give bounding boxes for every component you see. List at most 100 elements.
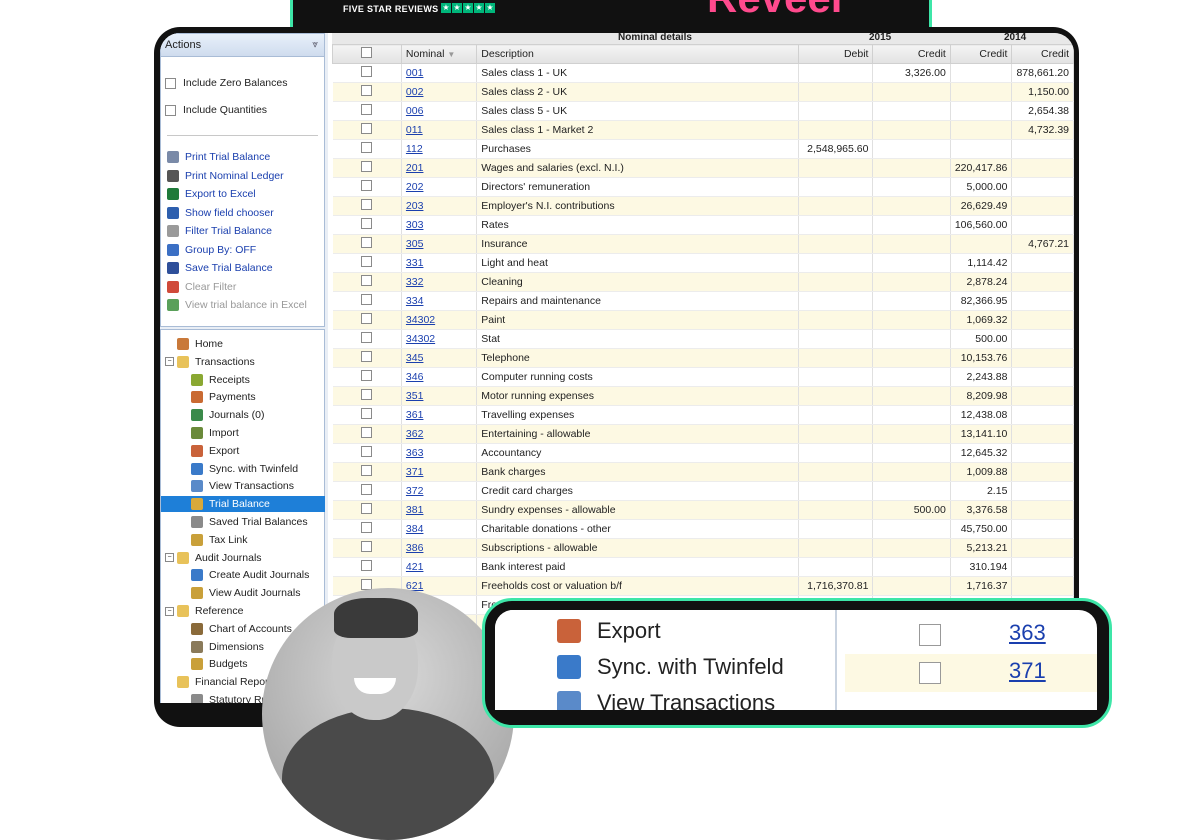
nominal-link[interactable]: 363 (406, 447, 424, 459)
column-header-credit-2014-b[interactable]: Credit (1011, 44, 1074, 64)
column-header-debit[interactable]: Debit (797, 44, 874, 64)
nominal-cell[interactable]: 345 (401, 348, 478, 368)
tree-item-trial-balance[interactable]: Trial Balance (161, 496, 325, 513)
tree-item-tax-link[interactable]: Tax Link (161, 532, 325, 548)
table-row[interactable]: 362 Entertaining - allowable 13,141.10 (332, 424, 1074, 444)
table-row[interactable]: 621 Freeholds cost or valuation b/f 1,716,… (332, 576, 1074, 596)
nominal-link[interactable]: 421 (406, 561, 424, 573)
row-checkbox[interactable] (332, 462, 402, 482)
checkbox-icon[interactable] (361, 370, 373, 381)
nominal-cell[interactable]: 34302 (401, 329, 478, 349)
nominal-link[interactable]: 34302 (406, 314, 435, 326)
nominal-link[interactable]: 362 (406, 428, 424, 440)
action-excel[interactable]: View trial balance in Excel (167, 297, 307, 313)
row-checkbox[interactable] (332, 101, 402, 121)
row-checkbox[interactable] (332, 291, 402, 311)
row-checkbox[interactable] (332, 158, 402, 178)
select-all-header[interactable] (332, 44, 402, 64)
row-checkbox[interactable] (332, 272, 402, 292)
action-funnel[interactable]: Filter Trial Balance (167, 223, 272, 239)
action-printer[interactable]: Print Trial Balance (167, 149, 270, 165)
nominal-link[interactable]: 202 (406, 181, 424, 193)
row-checkbox[interactable] (332, 120, 402, 140)
nominal-cell[interactable]: 002 (401, 82, 478, 102)
nominal-cell[interactable]: 006 (401, 101, 478, 121)
table-row[interactable]: 002 Sales class 2 - UK 1,150.00 (332, 82, 1074, 102)
nominal-cell[interactable]: 386 (401, 538, 478, 558)
table-row[interactable]: 363 Accountancy 12,645.32 (332, 443, 1074, 463)
nominal-link[interactable]: 002 (406, 86, 424, 98)
nominal-cell[interactable]: 001 (401, 63, 478, 83)
nominal-cell[interactable]: 011 (401, 120, 478, 140)
action-magnifier-doc[interactable]: Print Nominal Ledger (167, 168, 284, 184)
checkbox-icon[interactable] (361, 85, 373, 96)
tree-item-view-audit-journals[interactable]: View Audit Journals (161, 585, 325, 601)
checkbox-icon[interactable] (361, 275, 373, 286)
nominal-link[interactable]: 332 (406, 276, 424, 288)
checkbox-icon[interactable] (919, 624, 941, 646)
nominal-link[interactable]: 371 (406, 466, 424, 478)
checkbox-icon[interactable] (361, 104, 373, 115)
tree-item-create-audit-journals[interactable]: Create Audit Journals (161, 567, 325, 583)
nominal-cell[interactable]: 331 (401, 253, 478, 273)
zoom-tree-item[interactable]: Sync. with Twinfeld (557, 654, 784, 680)
table-row[interactable]: 421 Bank interest paid 310.194 (332, 557, 1074, 577)
table-row[interactable]: 332 Cleaning 2,878.24 (332, 272, 1074, 292)
nominal-link[interactable]: 372 (406, 485, 424, 497)
table-row[interactable]: 346 Computer running costs 2,243.88 (332, 367, 1074, 387)
action-group[interactable]: Group By: OFF (167, 242, 256, 258)
tree-item-receipts[interactable]: Receipts (161, 372, 325, 388)
row-checkbox[interactable] (332, 215, 402, 235)
table-row[interactable]: 201 Wages and salaries (excl. N.I.) 220,41… (332, 158, 1074, 178)
nominal-cell[interactable]: 112 (401, 139, 478, 159)
checkbox-icon[interactable] (919, 662, 941, 684)
nominal-link[interactable]: 346 (406, 371, 424, 383)
nominal-cell[interactable]: 202 (401, 177, 478, 197)
checkbox-icon[interactable] (361, 294, 373, 305)
nominal-link[interactable]: 334 (406, 295, 424, 307)
nominal-link[interactable]: 201 (406, 162, 424, 174)
action-floppy[interactable]: Save Trial Balance (167, 260, 273, 276)
action-excel[interactable]: Export to Excel (167, 186, 256, 202)
checkbox-icon[interactable] (361, 522, 373, 533)
nominal-link[interactable]: 371 (1009, 658, 1046, 684)
row-checkbox[interactable] (332, 538, 402, 558)
nominal-cell[interactable]: 332 (401, 272, 478, 292)
table-row[interactable]: 34302 Stat 500.00 (332, 329, 1074, 349)
nominal-cell[interactable]: 384 (401, 519, 478, 539)
row-checkbox[interactable] (332, 481, 402, 501)
table-row[interactable]: 305 Insurance 4,767.21 (332, 234, 1074, 254)
nominal-link[interactable]: 001 (406, 67, 424, 79)
nominal-link[interactable]: 112 (406, 143, 423, 155)
tree-item-payments[interactable]: Payments (161, 389, 325, 405)
row-checkbox[interactable] (332, 348, 402, 368)
row-checkbox[interactable] (332, 500, 402, 520)
checkbox-icon[interactable] (361, 199, 373, 210)
nominal-cell[interactable]: 361 (401, 405, 478, 425)
nominal-link[interactable]: 384 (406, 523, 424, 535)
checkbox-icon[interactable] (361, 541, 373, 552)
row-checkbox[interactable] (332, 443, 402, 463)
nominal-link[interactable]: 331 (406, 257, 424, 269)
nominal-link[interactable]: 303 (406, 219, 424, 231)
tree-item-import[interactable]: Import (161, 425, 325, 441)
tree-item-export[interactable]: Export (161, 443, 325, 459)
tree-item-reference[interactable]: − Reference (165, 603, 315, 619)
row-checkbox[interactable] (332, 519, 402, 539)
tree-item-home[interactable]: Home (165, 336, 315, 352)
table-row[interactable]: 371 Bank charges 1,009.88 (332, 462, 1074, 482)
table-row[interactable]: 112 Purchases 2,548,965.60 (332, 139, 1074, 159)
checkbox-icon[interactable] (361, 484, 373, 495)
checkbox-icon[interactable] (361, 66, 373, 77)
nominal-cell[interactable]: 34302 (401, 310, 478, 330)
nominal-cell[interactable]: 303 (401, 215, 478, 235)
table-row[interactable]: 345 Telephone 10,153.76 (332, 348, 1074, 368)
include-quantities-checkbox[interactable]: Include Quantities (165, 102, 267, 118)
table-row[interactable]: 386 Subscriptions - allowable 5,213.21 (332, 538, 1074, 558)
checkbox-icon[interactable] (361, 237, 373, 248)
table-row[interactable]: 34302 Paint 1,069.32 (332, 310, 1074, 330)
row-checkbox[interactable] (332, 424, 402, 444)
column-header-description[interactable]: Description (476, 44, 799, 64)
checkbox-icon[interactable] (361, 446, 373, 457)
checkbox-icon[interactable] (165, 77, 176, 89)
